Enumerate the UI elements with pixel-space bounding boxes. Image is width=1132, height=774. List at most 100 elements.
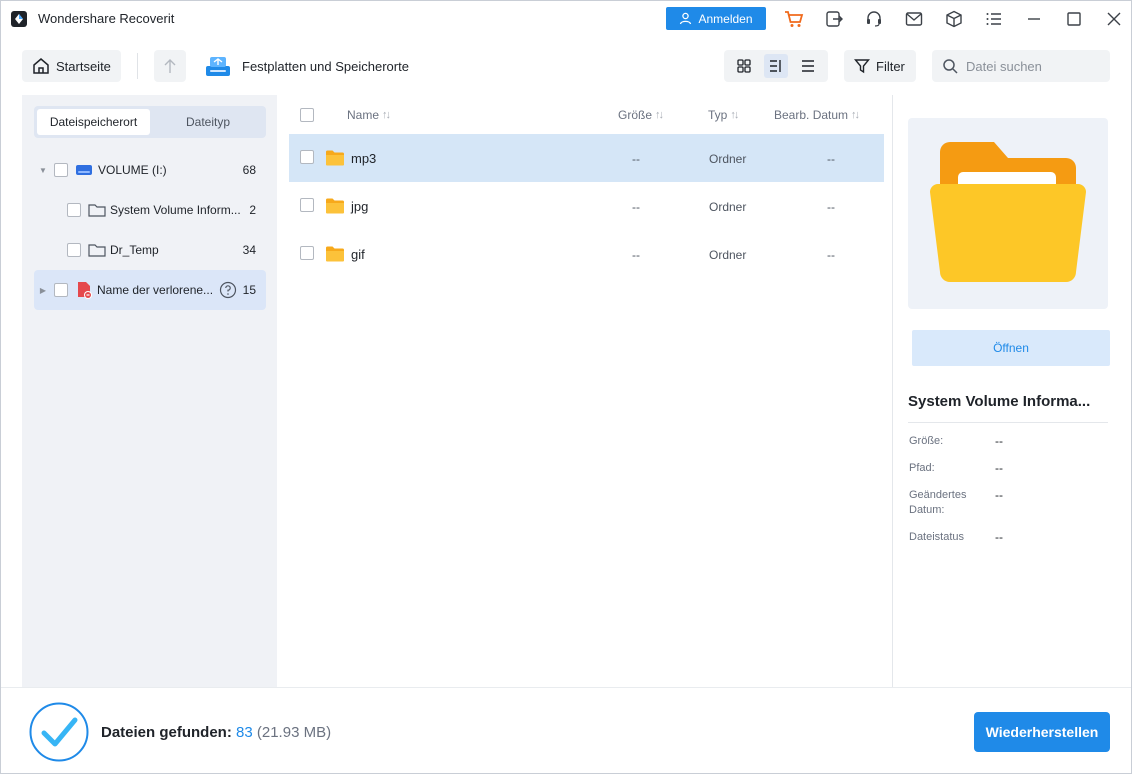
folder-icon — [326, 150, 344, 166]
home-button[interactable]: Startseite — [22, 50, 121, 82]
home-label: Startseite — [56, 58, 111, 74]
login-button[interactable]: Anmelden — [666, 7, 766, 30]
cart-icon[interactable] — [783, 8, 805, 30]
tree-item-volume[interactable]: ▼ VOLUME (I:) 68 — [34, 150, 266, 190]
details-title: System Volume Informa... — [908, 393, 1091, 410]
login-label: Anmelden — [698, 11, 753, 26]
column-name-label: Name — [347, 108, 380, 122]
toolbar-divider — [137, 53, 138, 79]
filter-button[interactable]: Filter — [844, 50, 916, 82]
app-window: Wondershare Recoverit Anmelden Startseit… — [0, 0, 1132, 774]
lost-files-icon — [78, 282, 92, 299]
row-checkbox[interactable] — [300, 150, 314, 164]
file-name: mp3 — [351, 151, 377, 166]
list-icon — [802, 60, 814, 72]
tab-file-type[interactable]: Dateityp — [154, 109, 262, 135]
item-count: 34 — [242, 243, 256, 257]
checkbox[interactable] — [67, 203, 81, 217]
files-found-count: 83 — [236, 724, 253, 741]
table-row[interactable]: gif -- Ordner -- — [289, 230, 884, 278]
sort-icon: ↑↓ — [730, 109, 739, 121]
minimize-icon[interactable] — [1023, 8, 1045, 30]
search-box[interactable] — [932, 50, 1110, 82]
detail-value-status: -- — [995, 530, 1003, 544]
checkbox[interactable] — [67, 243, 81, 257]
panel-tabs: Dateispeicherort Dateityp — [34, 106, 266, 138]
detail-label-status: Dateistatus — [909, 531, 965, 543]
file-size: -- — [632, 200, 640, 214]
files-found-size: (21.93 MB) — [256, 724, 332, 741]
file-size: -- — [632, 152, 640, 166]
support-icon[interactable] — [863, 8, 885, 30]
tree-item-label: VOLUME (I:) — [98, 163, 167, 177]
home-icon — [33, 58, 49, 74]
up-button[interactable] — [154, 50, 186, 82]
checkbox[interactable] — [54, 163, 68, 177]
detail-view-button[interactable] — [764, 54, 788, 78]
sort-icon: ↑↓ — [655, 109, 664, 121]
search-input[interactable] — [966, 58, 1096, 74]
column-size-label: Größe — [618, 108, 653, 122]
row-checkbox[interactable] — [300, 198, 314, 212]
grid-view-button[interactable] — [732, 54, 756, 78]
tree-item-dr-temp[interactable]: Dr_Temp 34 — [34, 230, 266, 270]
recover-button[interactable]: Wiederherstellen — [974, 712, 1110, 752]
file-name: jpg — [351, 199, 369, 214]
item-count: 2 — [249, 203, 256, 217]
list-view-button[interactable] — [796, 54, 820, 78]
breadcrumb: Festplatten und Speicherorte — [242, 59, 409, 74]
folder-icon — [326, 198, 344, 214]
detail-label-size: Größe: — [909, 435, 944, 447]
detail-list-icon — [770, 60, 781, 72]
select-all-checkbox[interactable] — [300, 108, 314, 122]
column-date[interactable]: Bearb. Datum ↑↓ — [774, 108, 860, 122]
detail-value-path: -- — [995, 461, 1003, 475]
panel-divider — [892, 95, 893, 687]
table-row[interactable]: jpg -- Ordner -- — [289, 182, 884, 230]
location-panel: Dateispeicherort Dateityp ▼ VOLUME (I:) … — [22, 95, 277, 687]
detail-value-size: -- — [995, 434, 1003, 448]
caret-down-icon[interactable]: ▼ — [38, 166, 48, 175]
files-found-status: Dateien gefunden: 83 (21.93 MB) — [101, 724, 331, 741]
title-bar: Wondershare Recoverit Anmelden — [1, 1, 1131, 37]
tab-file-location[interactable]: Dateispeicherort — [37, 109, 150, 135]
column-date-label: Bearb. Datum — [774, 108, 849, 122]
tree-item-label: Dr_Temp — [110, 243, 159, 257]
tree-item-lost-names[interactable]: ▶ Name der verlorene... 15 — [34, 270, 266, 310]
open-button[interactable]: Öffnen — [912, 330, 1110, 366]
file-size: -- — [632, 248, 640, 262]
recoverit-logo-icon — [11, 11, 27, 27]
folder-outline-icon — [88, 244, 106, 257]
sort-icon: ↑↓ — [851, 109, 860, 121]
file-type: Ordner — [709, 248, 747, 262]
help-icon[interactable] — [219, 281, 237, 299]
maximize-icon[interactable] — [1063, 8, 1085, 30]
caret-right-icon[interactable]: ▶ — [38, 286, 48, 295]
file-date: -- — [827, 152, 835, 166]
table-row[interactable]: mp3 -- Ordner -- — [289, 134, 884, 182]
search-icon — [943, 59, 958, 74]
column-name[interactable]: Name ↑↓ — [347, 108, 391, 122]
close-icon[interactable] — [1103, 8, 1125, 30]
scan-complete-check-icon — [29, 702, 89, 762]
column-type-label: Typ — [708, 108, 728, 122]
details-divider — [908, 422, 1108, 423]
mail-icon[interactable] — [903, 8, 925, 30]
filter-label: Filter — [876, 58, 905, 74]
folder-icon — [326, 246, 344, 262]
preview-area — [908, 118, 1108, 309]
menu-icon[interactable] — [983, 8, 1005, 30]
checkbox[interactable] — [54, 283, 68, 297]
tree-item-system-volume[interactable]: System Volume Inform... 2 — [34, 190, 266, 230]
item-count: 68 — [242, 163, 256, 177]
export-icon[interactable] — [823, 8, 845, 30]
grid-icon — [737, 59, 751, 73]
bottom-divider — [1, 687, 1131, 688]
item-count: 15 — [242, 283, 256, 297]
column-size[interactable]: Größe ↑↓ — [618, 108, 664, 122]
tree-item-label: Name der verlorene... — [97, 283, 214, 297]
box-icon[interactable] — [943, 8, 965, 30]
view-mode-group — [724, 50, 828, 82]
row-checkbox[interactable] — [300, 246, 314, 260]
column-type[interactable]: Typ ↑↓ — [708, 108, 739, 122]
